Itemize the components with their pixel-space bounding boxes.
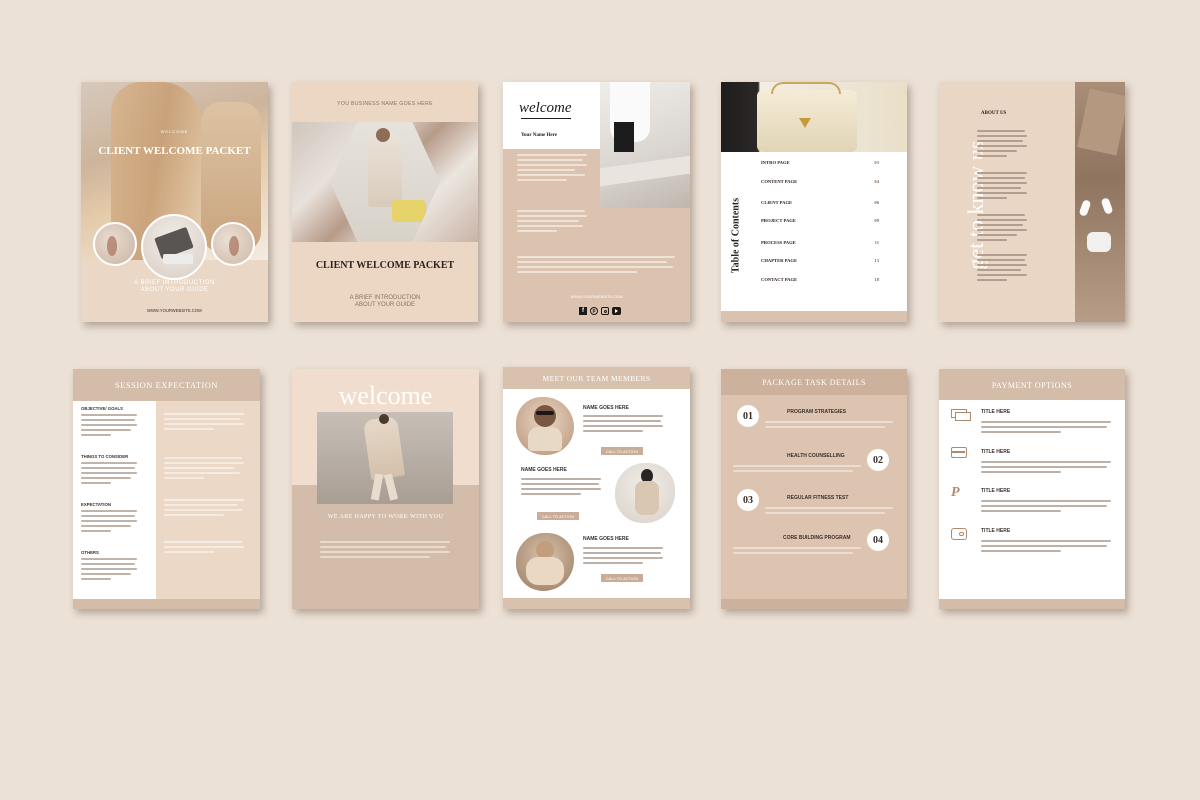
member-name: NAME GOES HERE: [583, 405, 629, 411]
member-name: NAME GOES HERE: [583, 536, 629, 542]
facebook-icon[interactable]: f: [579, 307, 587, 315]
team-member-photo: [516, 397, 574, 455]
package-item: CORE BUILDING PROGRAM: [783, 535, 851, 541]
cover-website: WWW.YOURWEBSITE.COM: [147, 308, 202, 313]
call-to-action-button[interactable]: CALL TO ACTION: [601, 574, 643, 582]
step-number: 03: [737, 489, 759, 511]
package-title: PACKAGE TASK DETAILS: [762, 378, 866, 387]
circle-photo-right: [211, 222, 255, 266]
your-name: Your Name Here: [521, 133, 557, 138]
step-number: 02: [867, 449, 889, 471]
welcome-website: WWW.YOURWEBSITE.COM: [570, 294, 623, 299]
package-item: HEALTH COUNSELLING: [787, 453, 845, 459]
session-title: SESSION EXPECTATION: [114, 380, 219, 390]
toc-item[interactable]: CONTACT PAGE 18: [761, 277, 879, 282]
about-heading: ABOUT US: [981, 111, 1007, 116]
team-members-page: MEET OUR TEAM MEMBERS NAME GOES HERE CAL…: [503, 367, 690, 609]
step-number: 04: [867, 529, 889, 551]
package-footer-bar: [721, 599, 907, 609]
table-of-contents-page: Table of Contents INTRO PAGE 03 CONTENT P…: [721, 82, 907, 322]
about-us-page: get to know us ABOUT US: [939, 82, 1125, 322]
session-expectation-page: SESSION EXPECTATION OBJECTIVE/ GOALS THI…: [73, 369, 260, 609]
cover-page-alt: YOU BUSINESS NAME GOES HERE CLIENT WELCO…: [292, 82, 478, 322]
about-text-3: [977, 214, 1027, 244]
toc-title: Table of Contents: [730, 197, 742, 274]
package-item: REGULAR FITNESS TEST: [787, 495, 849, 501]
desk-photo: [600, 82, 690, 208]
toc-item[interactable]: CLIENT PAGE 06: [761, 200, 879, 205]
youtube-icon[interactable]: [612, 307, 621, 315]
notebook-photo: [1075, 82, 1125, 322]
payment-option-title: TITLE HERE: [981, 528, 1011, 534]
team-member-photo: [516, 533, 574, 591]
section-others: OTHERS: [81, 550, 99, 555]
section-expectation: EXPECTATION: [81, 502, 111, 507]
cover-small-label: WELCOME: [160, 129, 189, 134]
payment-options-page: PAYMENT OPTIONS TITLE HERE TITLE HERE P …: [939, 369, 1125, 609]
welcome-script: welcome: [519, 100, 572, 116]
welcome-text-block-1: [517, 154, 587, 184]
toc-item[interactable]: CHAPTER PAGE 13: [761, 258, 879, 263]
welcome-title: welcome: [338, 381, 433, 410]
circle-photo-left: [93, 222, 137, 266]
team-footer-bar: [503, 598, 690, 609]
payment-option-title: TITLE HERE: [981, 409, 1011, 415]
welcome-page: welcome WE ARE HAPPY TO WORK WITH YOU: [292, 369, 479, 609]
handbag-photo: [721, 82, 907, 152]
cash-icon: [951, 409, 971, 421]
fashion-photo: [317, 412, 453, 504]
social-icons: f p: [579, 307, 621, 315]
welcome-tagline: WE ARE HAPPY TO WORK WITH YOU: [327, 514, 444, 520]
session-footer-bar: [73, 599, 260, 609]
cover2-title: CLIENT WELCOME PACKET: [315, 260, 455, 271]
payment-footer-bar: [939, 599, 1125, 609]
section-things-to-consider: THINGS TO CONSIDER: [81, 454, 129, 459]
call-to-action-button[interactable]: CALL TO ACTION: [601, 447, 643, 455]
welcome-text-block-2: [517, 210, 587, 235]
toc-item[interactable]: PROCESS PAGE 11: [761, 240, 879, 245]
welcome-paragraph: [320, 541, 450, 561]
cover-page: WELCOME CLIENT WELCOME PACKET A BRIEF IN…: [81, 82, 268, 322]
cover2-subtitle-2: ABOUT YOUR GUIDE: [354, 302, 416, 308]
cover2-subtitle-1: A BRIEF INTRODUCTION: [349, 295, 421, 301]
payment-option-title: TITLE HERE: [981, 449, 1011, 455]
session-right-column: [156, 401, 260, 599]
presentation-canvas: { "colors": { "background": "#ece1d6", "…: [0, 0, 1200, 800]
payment-title: PAYMENT OPTIONS: [991, 381, 1073, 390]
about-text-1: [977, 130, 1027, 160]
cover-title: CLIENT WELCOME PACKET: [98, 145, 251, 157]
cover-subtitle-2: ABOUT YOUR GUIDE: [140, 287, 209, 293]
pinterest-icon[interactable]: p: [590, 307, 598, 315]
business-name: YOU BUSINESS NAME GOES HERE: [337, 101, 433, 107]
team-member-photo: [615, 463, 675, 523]
call-to-action-button[interactable]: CALL TO ACTION: [537, 512, 579, 520]
member-name: NAME GOES HERE: [521, 467, 567, 473]
welcome-text-block-3: [517, 256, 677, 276]
team-title: MEET OUR TEAM MEMBERS: [542, 374, 651, 383]
cover-subtitle-1: A BRIEF INTRODUCTION: [134, 280, 215, 286]
circle-photo-center: [141, 214, 207, 280]
section-objective: OBJECTIVE/ GOALS: [81, 406, 124, 411]
instagram-icon[interactable]: [601, 307, 609, 315]
paypal-icon: P: [951, 485, 960, 500]
package-details-page: PACKAGE TASK DETAILS 01 PROGRAM STRATEGI…: [721, 369, 907, 609]
payment-option-title: TITLE HERE: [981, 488, 1011, 494]
step-number: 01: [737, 405, 759, 427]
credit-card-icon: [951, 447, 967, 458]
toc-item[interactable]: PROJECT PAGE 09: [761, 218, 879, 223]
about-text-2: [977, 172, 1027, 202]
wallet-icon: [951, 528, 967, 540]
package-item: PROGRAM STRATEGIES: [787, 409, 847, 415]
about-text-4: [977, 254, 1027, 284]
toc-item[interactable]: CONTENT PAGE 04: [761, 179, 879, 184]
welcome-note-page: welcome Your Name Here WWW.YOURWEBSITE.C…: [503, 82, 690, 322]
toc-footer-bar: [721, 311, 907, 322]
toc-item[interactable]: INTRO PAGE 03: [761, 160, 879, 165]
